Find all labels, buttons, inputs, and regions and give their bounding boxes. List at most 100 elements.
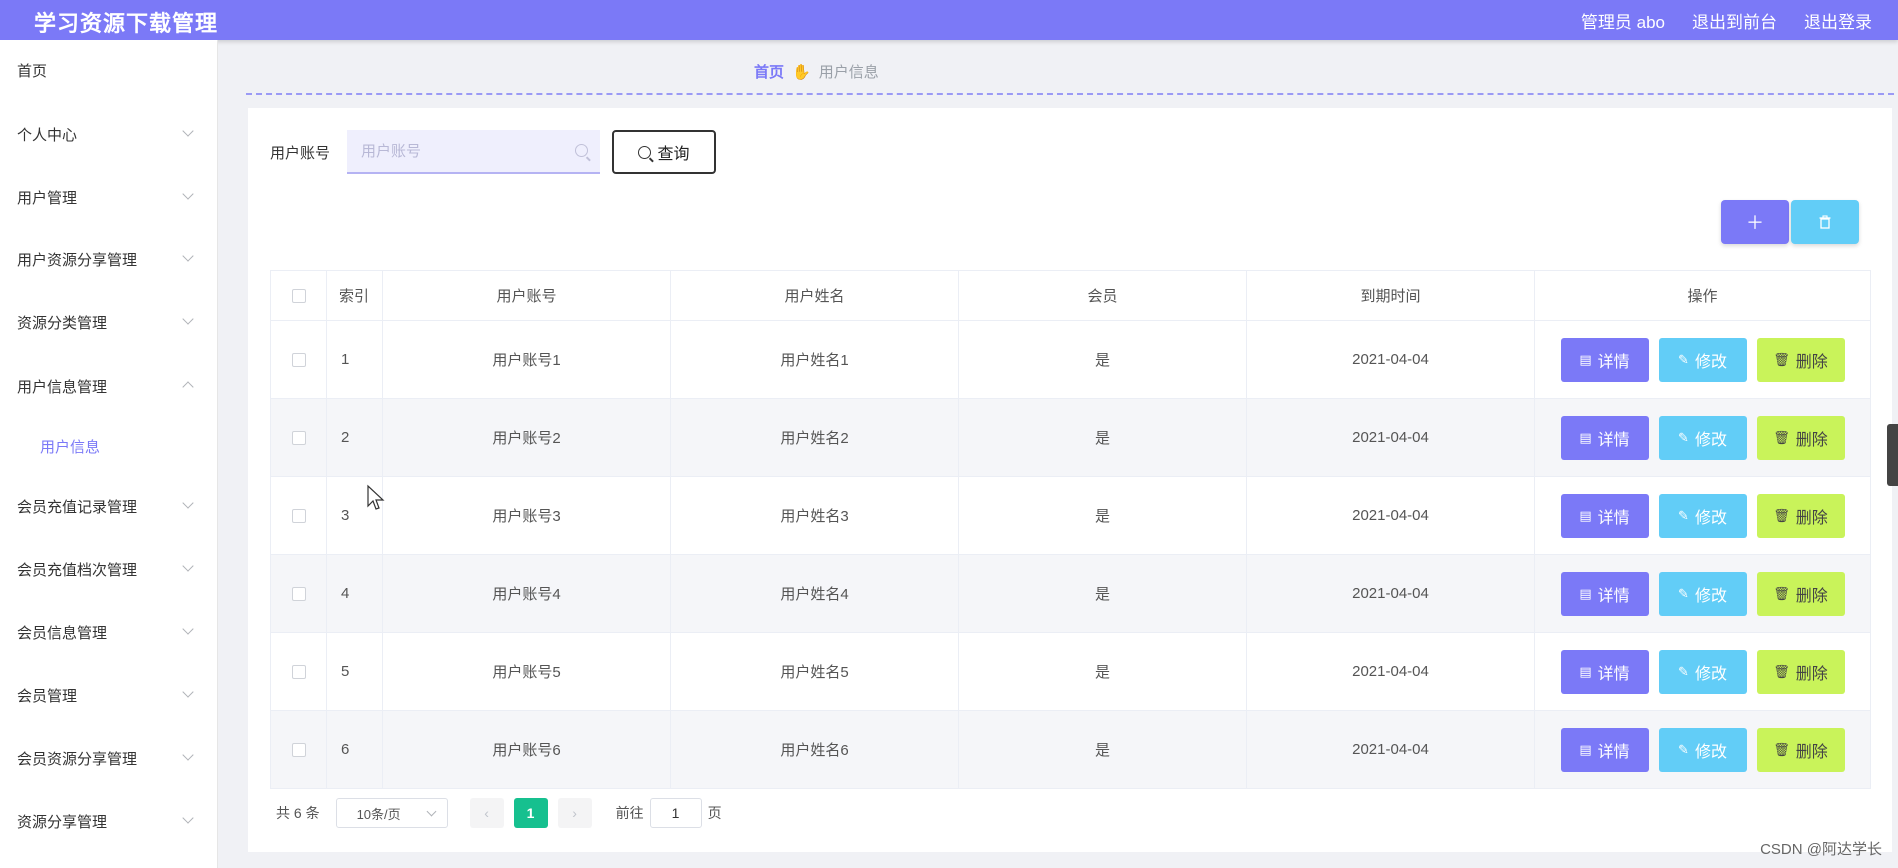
scrollbar-handle[interactable] [1887, 424, 1898, 486]
cell-member: 是 [958, 398, 1247, 477]
cell-account: 用户账号1 [382, 320, 671, 399]
mouse-cursor-icon [367, 484, 385, 510]
edit-button[interactable]: ✎ 修改 [1658, 571, 1747, 616]
cell-member: 是 [958, 320, 1247, 399]
sidebar-subitem-user-info[interactable]: 用户信息 [0, 426, 218, 466]
detail-button[interactable]: ▤ 详情 [1560, 493, 1649, 538]
search-field[interactable] [347, 130, 600, 174]
document-icon: ▤ [1579, 741, 1592, 757]
sidebar-item-member-info[interactable]: 会员信息管理 [0, 612, 218, 652]
detail-button[interactable]: ▤ 详情 [1560, 337, 1649, 382]
table-row: 4 用户账号4 用户姓名4 是 2021-04-04 ▤ 详情 ✎ 修改 🗑 删除 [270, 554, 1871, 633]
delete-button[interactable]: 🗑 删除 [1756, 337, 1845, 382]
select-all-checkbox[interactable] [291, 289, 306, 304]
sidebar-item-member-recharge-tier[interactable]: 会员充值档次管理 [0, 549, 218, 589]
column-header-expire: 到期时间 [1246, 270, 1535, 321]
search-icon [638, 145, 652, 159]
detail-button[interactable]: ▤ 详情 [1560, 727, 1649, 772]
row-checkbox[interactable] [291, 587, 306, 602]
breadcrumb-home[interactable]: 首页 [754, 61, 784, 82]
edit-button[interactable]: ✎ 修改 [1658, 337, 1747, 382]
sidebar: 首页 个人中心 用户管理 用户资源分享管理 资源分类管理 用户信息管理 用户信息… [0, 40, 218, 868]
sidebar-item-resource-category[interactable]: 资源分类管理 [0, 302, 218, 342]
sidebar-item-personal-center[interactable]: 个人中心 [0, 114, 218, 154]
goto-page-input[interactable] [649, 798, 702, 828]
breadcrumb: 首页 ✋ 用户信息 [754, 61, 879, 82]
cell-name: 用户姓名2 [670, 398, 959, 477]
prev-page-button[interactable]: ‹ [469, 798, 504, 828]
divider [246, 93, 1894, 95]
row-checkbox[interactable] [291, 353, 306, 368]
sidebar-item-member-management[interactable]: 会员管理 [0, 675, 218, 715]
sidebar-item-user-management[interactable]: 用户管理 [0, 177, 218, 217]
cell-actions: ▤ 详情 ✎ 修改 🗑 删除 [1534, 398, 1871, 477]
edit-button[interactable]: ✎ 修改 [1658, 649, 1747, 694]
row-checkbox[interactable] [291, 431, 306, 446]
edit-button[interactable]: ✎ 修改 [1658, 727, 1747, 772]
query-button[interactable]: 查询 [612, 130, 716, 174]
pencil-icon: ✎ [1678, 351, 1689, 367]
cell-name: 用户姓名6 [670, 710, 959, 789]
sidebar-item-resource-share[interactable]: 资源分享管理 [0, 801, 218, 841]
trash-icon: 🗑 [1773, 663, 1790, 679]
user-info-table: 索引 用户账号 用户姓名 会员 到期时间 操作 1 用户账号1 用户姓名1 是 … [270, 270, 1871, 789]
column-header-actions: 操作 [1534, 270, 1871, 321]
delete-button-label: 删除 [1795, 665, 1828, 683]
page-size-select[interactable]: 10条/页 [335, 798, 448, 828]
table-header-row: 索引 用户账号 用户姓名 会员 到期时间 操作 [270, 270, 1871, 321]
detail-button[interactable]: ▤ 详情 [1560, 649, 1649, 694]
plus-icon: ＋ [1746, 213, 1764, 233]
sidebar-item-member-recharge-record[interactable]: 会员充值记录管理 [0, 486, 218, 526]
header-links: 管理员 abo 退出到前台 退出登录 [1581, 8, 1872, 33]
delete-button[interactable]: 🗑 删除 [1756, 649, 1845, 694]
table-row: 3 用户账号3 用户姓名3 是 2021-04-04 ▤ 详情 ✎ 修改 🗑 删除 [270, 476, 1871, 555]
next-page-button[interactable]: › [557, 798, 592, 828]
batch-delete-button[interactable] [1791, 200, 1859, 244]
detail-button-label: 详情 [1597, 353, 1630, 371]
row-checkbox[interactable] [291, 509, 306, 524]
edit-button[interactable]: ✎ 修改 [1658, 493, 1747, 538]
trash-icon: 🗑 [1773, 585, 1790, 601]
delete-button[interactable]: 🗑 删除 [1756, 571, 1845, 616]
page-number-button[interactable]: 1 [513, 798, 548, 828]
edit-button[interactable]: ✎ 修改 [1658, 415, 1747, 460]
edit-button-label: 修改 [1694, 431, 1727, 449]
delete-button[interactable]: 🗑 删除 [1756, 493, 1845, 538]
goto-label: 前往 [615, 805, 644, 821]
row-checkbox[interactable] [291, 743, 306, 758]
column-header-index: 索引 [326, 270, 383, 321]
trash-icon: 🗑 [1773, 429, 1790, 445]
pencil-icon: ✎ [1678, 429, 1689, 445]
add-button[interactable]: ＋ [1721, 200, 1789, 244]
row-checkbox[interactable] [291, 665, 306, 680]
cell-index: 4 [326, 554, 383, 633]
document-icon: ▤ [1579, 351, 1592, 367]
delete-button[interactable]: 🗑 删除 [1756, 415, 1845, 460]
sidebar-item-member-resource-share[interactable]: 会员资源分享管理 [0, 738, 218, 778]
chevron-right-icon: › [572, 805, 577, 821]
total-count: 共 6 条 [276, 805, 320, 821]
chevron-down-icon [182, 313, 194, 325]
sidebar-item-label: 用户信息 [40, 438, 101, 456]
sidebar-item-home[interactable]: 首页 [0, 50, 218, 90]
document-icon: ▤ [1579, 585, 1592, 601]
cell-expire: 2021-04-04 [1246, 476, 1535, 555]
column-header-account: 用户账号 [382, 270, 671, 321]
cell-actions: ▤ 详情 ✎ 修改 🗑 删除 [1534, 710, 1871, 789]
detail-button[interactable]: ▤ 详情 [1560, 415, 1649, 460]
select-all-cell[interactable] [270, 270, 327, 321]
detail-button[interactable]: ▤ 详情 [1560, 571, 1649, 616]
sidebar-item-label: 会员信息管理 [17, 624, 108, 642]
logout-link[interactable]: 退出登录 [1804, 8, 1872, 33]
hand-icon: ✋ [792, 63, 811, 81]
back-to-front-link[interactable]: 退出到前台 [1692, 8, 1777, 33]
chevron-down-icon [182, 125, 194, 137]
delete-button[interactable]: 🗑 删除 [1756, 727, 1845, 772]
sidebar-item-user-info-management[interactable]: 用户信息管理 [0, 366, 218, 406]
cell-name: 用户姓名1 [670, 320, 959, 399]
cell-index: 1 [326, 320, 383, 399]
edit-button-label: 修改 [1694, 353, 1727, 371]
top-header: 学习资源下载管理 管理员 abo 退出到前台 退出登录 [0, 0, 1898, 40]
search-input[interactable] [361, 142, 561, 160]
sidebar-item-user-resource-share[interactable]: 用户资源分享管理 [0, 239, 218, 279]
